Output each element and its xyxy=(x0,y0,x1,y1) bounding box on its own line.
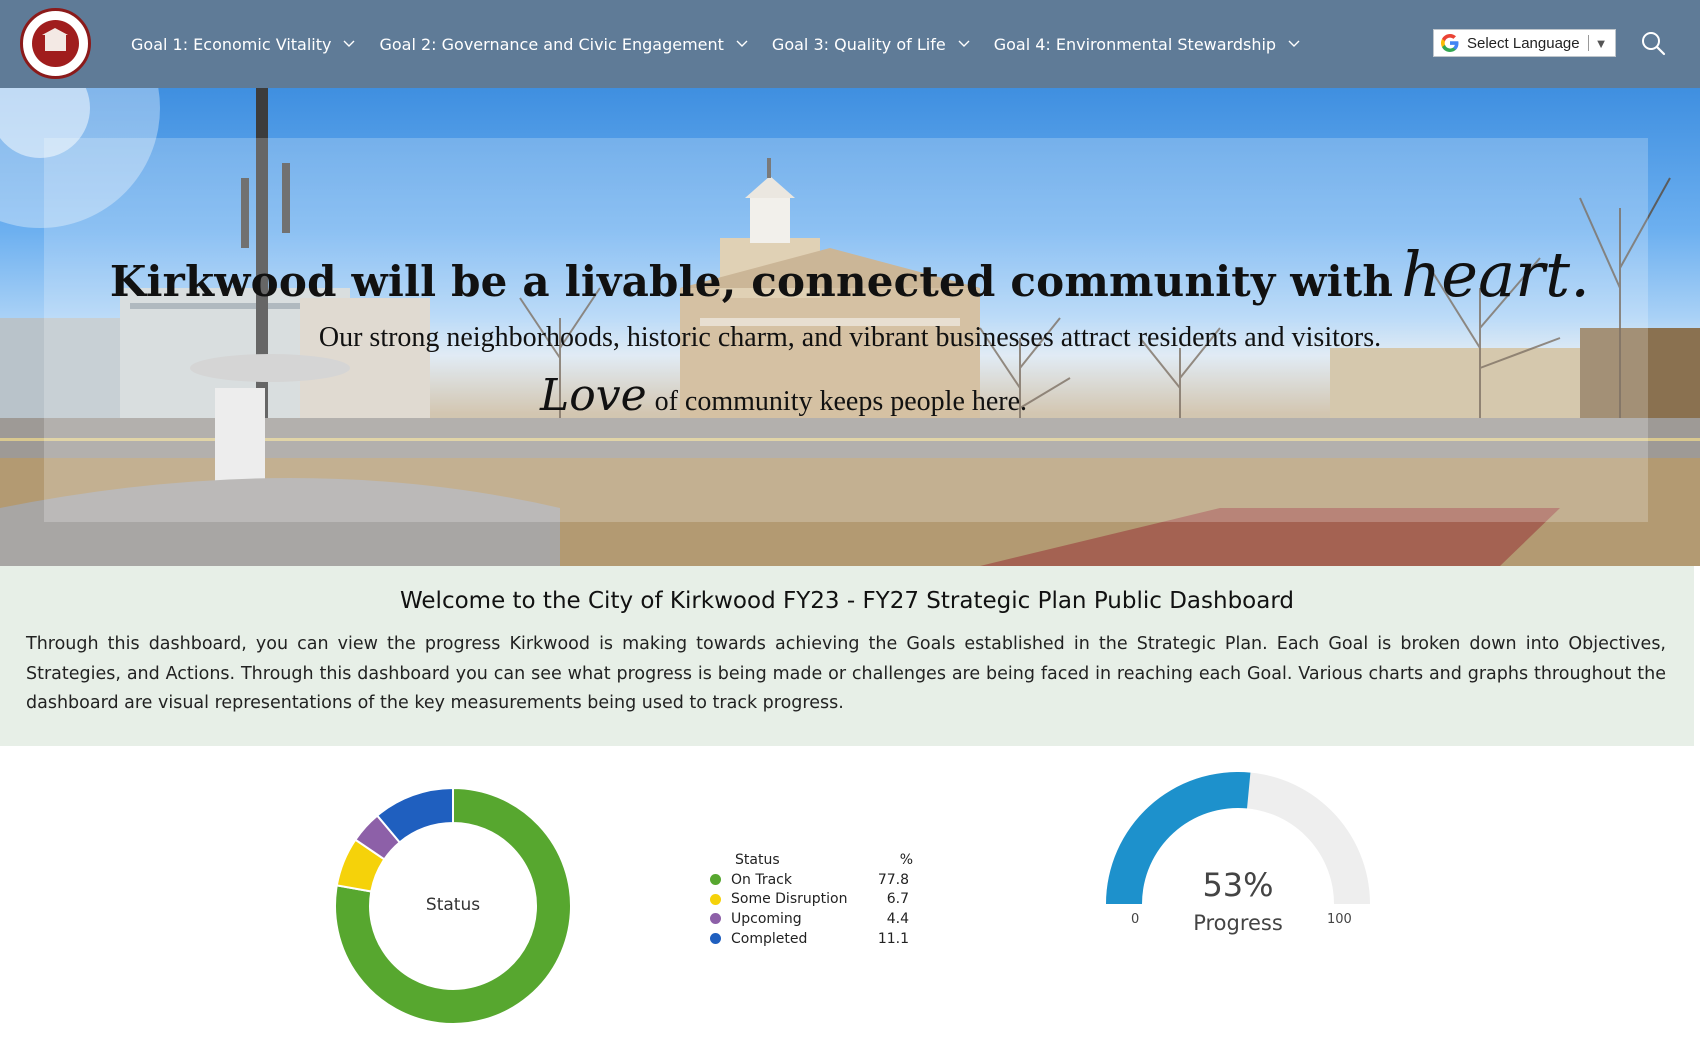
legend-header-value: % xyxy=(899,851,913,868)
gauge-label: Progress xyxy=(1193,911,1283,935)
legend-label: On Track xyxy=(731,871,792,888)
nav-goal-3-label: Goal 3: Quality of Life xyxy=(771,34,946,54)
site-header: Goal 1: Economic Vitality Goal 2: Govern… xyxy=(0,0,1700,88)
legend-value: 6.7 xyxy=(886,891,909,908)
legend-value: 77.8 xyxy=(877,871,909,888)
gauge-value: 53% xyxy=(1202,866,1274,904)
legend-header-label: Status xyxy=(735,851,780,868)
gauge-min-label: 0 xyxy=(1131,912,1140,927)
hero-headline: Kirkwood will be a livable, connected co… xyxy=(0,238,1700,311)
welcome-section: Welcome to the City of Kirkwood FY23 - F… xyxy=(0,566,1694,746)
legend-item[interactable]: On Track 77.8 xyxy=(710,870,913,890)
city-seal-logo[interactable] xyxy=(20,8,91,79)
language-select-label: Select Language xyxy=(1467,34,1580,52)
legend-label: Completed xyxy=(731,930,808,947)
nav-goal-4-label: Goal 4: Environmental Stewardship xyxy=(993,34,1277,54)
language-select[interactable]: Select Language ▼ xyxy=(1433,29,1616,57)
hero-headline-script: heart. xyxy=(1401,238,1591,311)
welcome-title: Welcome to the City of Kirkwood FY23 - F… xyxy=(400,588,1294,614)
chevron-down-icon xyxy=(958,40,970,47)
legend-swatch xyxy=(710,874,721,886)
nav-goal-3[interactable]: Goal 3: Quality of Life xyxy=(772,35,970,54)
chevron-down-icon xyxy=(736,40,748,47)
legend-swatch xyxy=(710,913,721,925)
nav-goal-2[interactable]: Goal 2: Governance and Civic Engagement xyxy=(379,34,748,54)
chevron-down-icon xyxy=(343,40,355,47)
gauge-max-label: 100 xyxy=(1327,912,1352,927)
donut-center-label: Status xyxy=(425,895,481,915)
legend-swatch xyxy=(710,933,721,945)
hero-subline-2: Love of community keeps people here. xyxy=(540,370,1027,421)
nav-goal-4[interactable]: Goal 4: Environmental Stewardship xyxy=(994,35,1300,54)
legend-item[interactable]: Some Disruption 6.7 xyxy=(710,889,913,909)
legend-item[interactable]: Upcoming 4.4 xyxy=(710,909,913,929)
hero-subline-2-script: Love xyxy=(540,370,647,421)
legend-value: 4.4 xyxy=(886,910,909,927)
nav-goal-1[interactable]: Goal 1: Economic Vitality xyxy=(131,35,355,54)
legend-item[interactable]: Completed 11.1 xyxy=(710,929,913,949)
seal-center xyxy=(32,20,79,67)
hero-banner: Kirkwood will be a livable, connected co… xyxy=(0,88,1700,566)
legend-header: Status % xyxy=(710,850,913,870)
dropdown-arrow-icon: ▼ xyxy=(1594,35,1608,51)
legend-swatch xyxy=(710,893,721,905)
nav-goal-2-label: Goal 2: Governance and Civic Engagement xyxy=(379,34,724,54)
google-g-icon xyxy=(1441,34,1459,52)
status-legend: Status % On Track 77.8 Some Disruption 6.7 U… xyxy=(710,850,913,948)
hero-headline-text: Kirkwood will be a livable, connected co… xyxy=(109,257,1394,306)
chevron-down-icon xyxy=(1288,40,1300,47)
welcome-body: Through this dashboard, you can view the… xyxy=(26,634,1666,713)
legend-value: 11.1 xyxy=(877,930,909,947)
nav-goal-1-label: Goal 1: Economic Vitality xyxy=(131,34,332,54)
legend-label: Some Disruption xyxy=(731,891,848,908)
legend-label: Upcoming xyxy=(731,910,802,927)
hero-subline: Our strong neighborhoods, historic charm… xyxy=(318,322,1382,353)
main-nav: Goal 1: Economic Vitality Goal 2: Govern… xyxy=(131,0,1324,88)
hero-subline-2-text: of community keeps people here. xyxy=(654,386,1028,417)
search-icon[interactable] xyxy=(1640,30,1666,56)
